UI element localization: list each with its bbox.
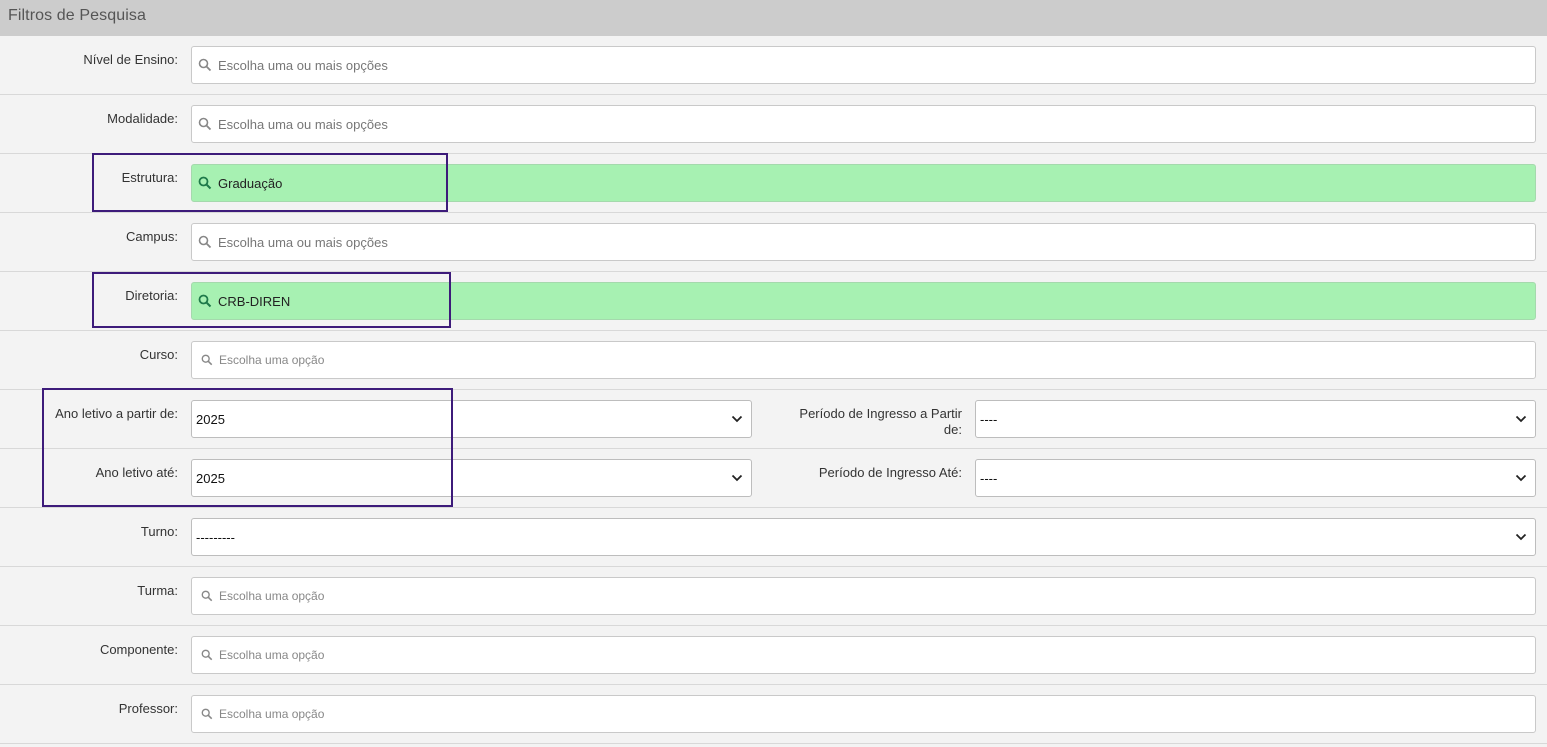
componente-label: Componente:: [99, 642, 178, 657]
chevron-down-icon: [1515, 533, 1527, 541]
page-title: Filtros de Pesquisa: [8, 7, 146, 24]
professor-placeholder: Escolha uma opção: [219, 707, 325, 721]
campus-label: Campus:: [125, 229, 178, 244]
search-icon: [201, 590, 213, 602]
periodo-inicio-select[interactable]: ----: [975, 400, 1536, 438]
nivel-ensino-placeholder: Escolha uma ou mais opções: [218, 57, 388, 73]
estrutura-input[interactable]: Graduação: [191, 164, 1536, 202]
ano-fim-select[interactable]: 2025: [191, 459, 752, 497]
row-ano-fim: Ano letivo até: 2025 Período de Ingresso…: [0, 449, 1547, 508]
row-turma: Turma: Escolha uma opção: [0, 567, 1547, 626]
diretoria-label: Diretoria:: [125, 288, 178, 303]
diretoria-input[interactable]: CRB-DIREN: [191, 282, 1536, 320]
ano-inicio-label: Ano letivo a partir de:: [55, 406, 178, 421]
turma-input[interactable]: Escolha uma opção: [191, 577, 1536, 615]
turno-value: ---------: [196, 529, 235, 545]
modalidade-label: Modalidade:: [107, 111, 178, 126]
curso-label: Curso:: [139, 347, 178, 362]
chevron-down-icon: [731, 415, 743, 423]
ano-fim-label: Ano letivo até:: [95, 465, 178, 480]
turma-placeholder: Escolha uma opção: [219, 589, 325, 603]
estrutura-value: Graduação: [218, 175, 283, 191]
periodo-fim-label: Período de Ingresso Até:: [818, 465, 962, 480]
periodo-fim-select[interactable]: ----: [975, 459, 1536, 497]
search-icon: [201, 649, 213, 661]
periodo-inicio-value: ----: [980, 411, 998, 427]
row-modalidade: Modalidade: Escolha uma ou mais opções: [0, 95, 1547, 154]
professor-label: Professor:: [118, 701, 178, 716]
modalidade-input[interactable]: Escolha uma ou mais opções: [191, 105, 1536, 143]
turno-select[interactable]: ---------: [191, 518, 1536, 556]
nivel-ensino-label: Nível de Ensino:: [83, 52, 178, 67]
search-icon: [198, 294, 212, 308]
search-icon: [198, 117, 212, 131]
curso-input[interactable]: Escolha uma opção: [191, 341, 1536, 379]
modalidade-placeholder: Escolha uma ou mais opções: [218, 116, 388, 132]
page-header: Filtros de Pesquisa: [0, 0, 1547, 36]
row-turno: Turno: ---------: [0, 508, 1547, 567]
campus-placeholder: Escolha uma ou mais opções: [218, 234, 388, 250]
ano-inicio-value: 2025: [196, 411, 225, 427]
row-estrutura: Estrutura: Graduação: [0, 154, 1547, 213]
ano-inicio-select[interactable]: 2025: [191, 400, 752, 438]
estrutura-label: Estrutura:: [121, 170, 178, 185]
search-icon: [198, 176, 212, 190]
turma-label: Turma:: [137, 583, 178, 598]
turno-label: Turno:: [140, 524, 178, 539]
search-icon: [201, 708, 213, 720]
periodo-fim-value: ----: [980, 470, 998, 486]
chevron-down-icon: [731, 474, 743, 482]
chevron-down-icon: [1515, 474, 1527, 482]
search-icon: [198, 58, 212, 72]
row-ano-inicio: Ano letivo a partir de: 2025 Período de …: [0, 390, 1547, 449]
diretoria-value: CRB-DIREN: [218, 293, 291, 309]
row-componente: Componente: Escolha uma opção: [0, 626, 1547, 685]
search-icon: [198, 235, 212, 249]
search-icon: [201, 354, 213, 366]
componente-input[interactable]: Escolha uma opção: [191, 636, 1536, 674]
nivel-ensino-input[interactable]: Escolha uma ou mais opções: [191, 46, 1536, 84]
campus-input[interactable]: Escolha uma ou mais opções: [191, 223, 1536, 261]
row-campus: Campus: Escolha uma ou mais opções: [0, 213, 1547, 272]
row-professor: Professor: Escolha uma opção: [0, 685, 1547, 744]
row-curso: Curso: Escolha uma opção: [0, 331, 1547, 390]
row-diretoria: Diretoria: CRB-DIREN: [0, 272, 1547, 331]
professor-input[interactable]: Escolha uma opção: [191, 695, 1536, 733]
periodo-inicio-label: Período de Ingresso a Partir de:: [799, 406, 962, 437]
chevron-down-icon: [1515, 415, 1527, 423]
row-nivel-ensino: Nível de Ensino: Escolha uma ou mais opç…: [0, 36, 1547, 95]
componente-placeholder: Escolha uma opção: [219, 648, 325, 662]
ano-fim-value: 2025: [196, 470, 225, 486]
curso-placeholder: Escolha uma opção: [219, 353, 325, 367]
